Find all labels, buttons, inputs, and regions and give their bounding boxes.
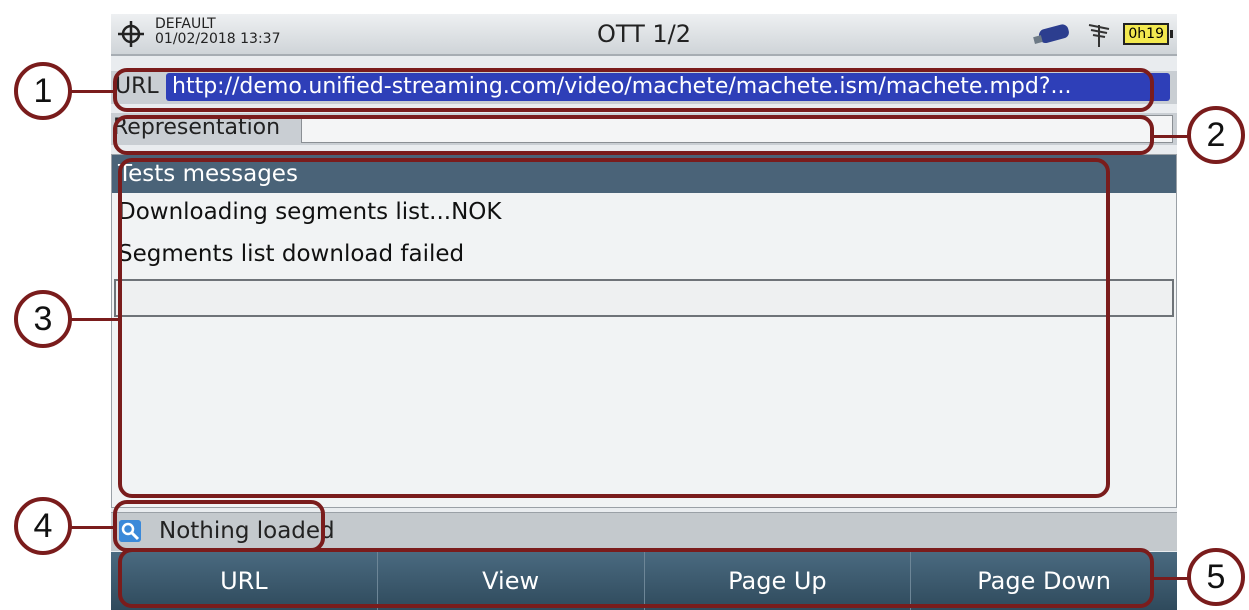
leader-line-1 bbox=[70, 90, 114, 93]
leader-line-5 bbox=[1153, 577, 1189, 580]
antenna-icon bbox=[1089, 24, 1110, 47]
callout-frame-5 bbox=[118, 548, 1154, 608]
usb-icon bbox=[1033, 24, 1070, 45]
callout-frame-1 bbox=[113, 68, 1154, 112]
callout-marker-3: 3 bbox=[14, 290, 72, 348]
callout-frame-3 bbox=[118, 158, 1110, 498]
leader-line-4 bbox=[70, 526, 114, 529]
leader-line-3 bbox=[70, 318, 120, 321]
callout-marker-1: 1 bbox=[14, 62, 72, 120]
screen-title: OTT 1/2 bbox=[596, 20, 692, 48]
callout-marker-2: 2 bbox=[1187, 106, 1245, 164]
top-status-bar: DEFAULT 01/02/2018 13:37 OTT 1/2 0h19 bbox=[111, 14, 1177, 56]
battery-indicator: 0h19 bbox=[1123, 23, 1173, 45]
leader-line-2 bbox=[1153, 135, 1189, 138]
callout-frame-2 bbox=[113, 115, 1154, 155]
status-icons: 0h19 bbox=[1031, 21, 1173, 47]
callout-marker-5: 5 bbox=[1187, 548, 1245, 606]
callout-frame-4 bbox=[113, 500, 325, 552]
callout-marker-4: 4 bbox=[14, 497, 72, 555]
